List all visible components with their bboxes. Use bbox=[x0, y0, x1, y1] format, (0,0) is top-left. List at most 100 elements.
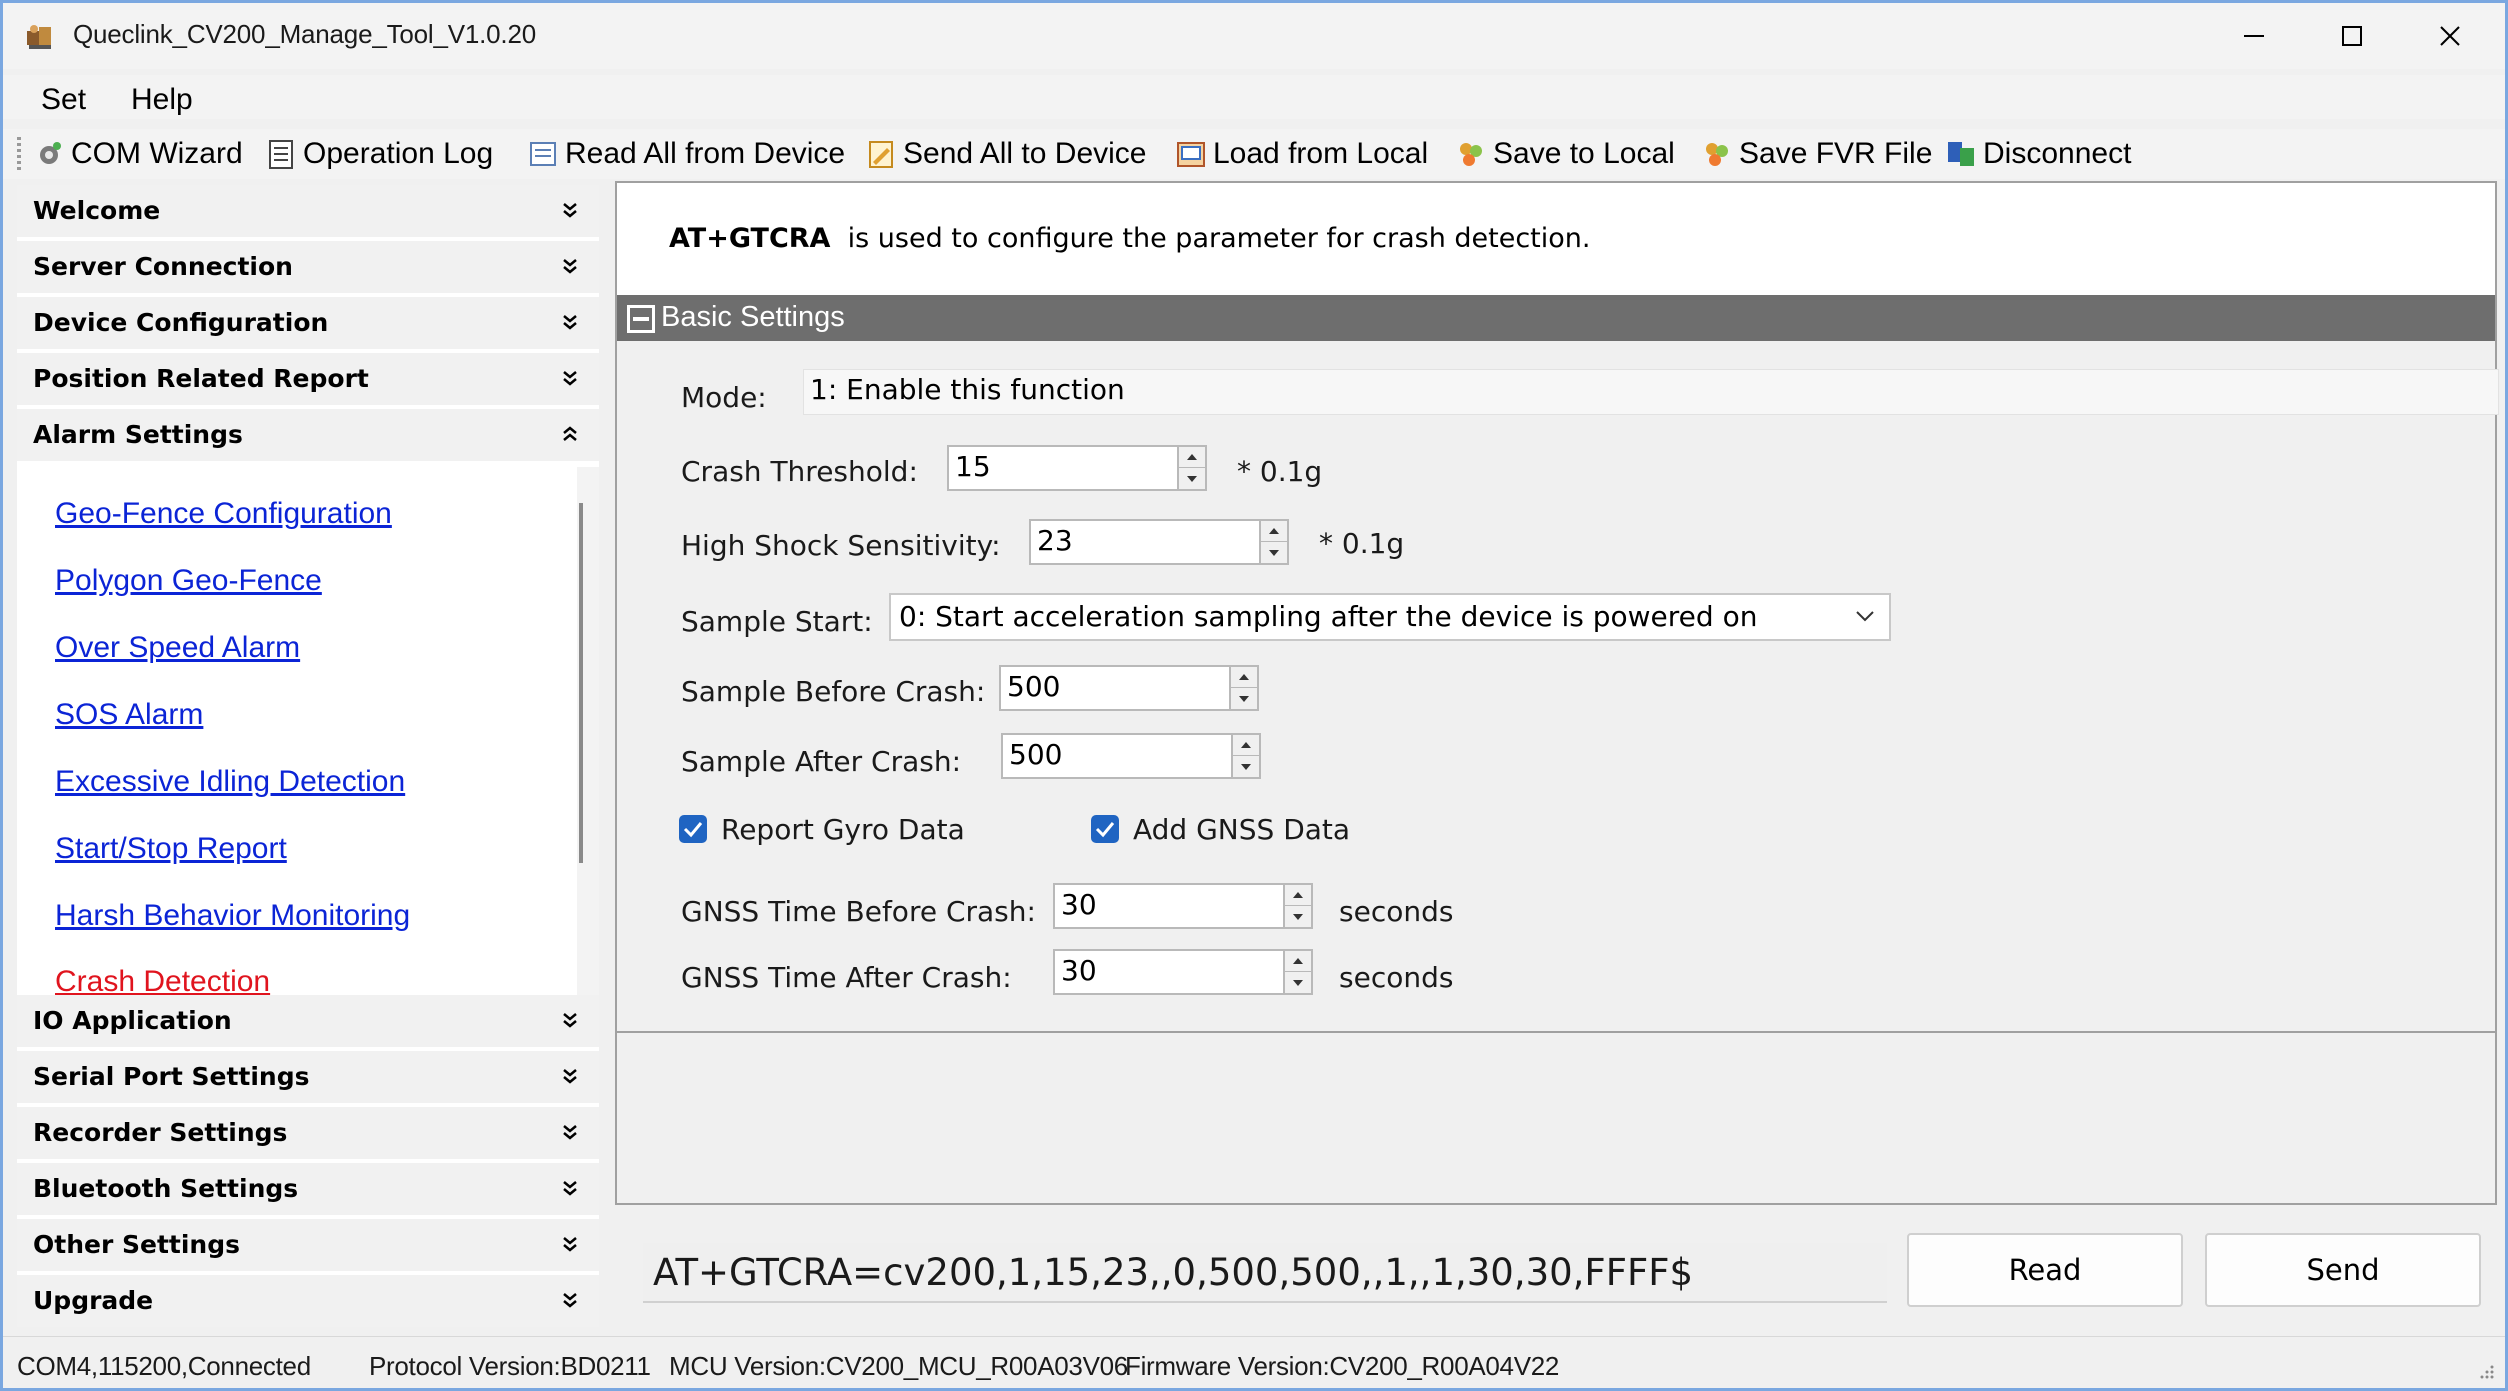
stepper-down-icon[interactable] bbox=[1285, 972, 1311, 993]
save-fvr-button[interactable]: Save FVR File bbox=[1701, 133, 1932, 175]
operation-log-button[interactable]: Operation Log bbox=[265, 133, 493, 175]
nav-server-connection[interactable]: Server Connection bbox=[17, 241, 599, 293]
title-bar[interactable]: Queclink_CV200_Manage_Tool_V1.0.20 bbox=[3, 3, 2505, 69]
link-geo-fence-configuration[interactable]: Geo-Fence Configuration bbox=[55, 497, 392, 531]
gnss-after-stepper[interactable] bbox=[1283, 949, 1313, 995]
checkmark-icon bbox=[1095, 822, 1115, 838]
chevron-down-icon bbox=[563, 1069, 577, 1084]
disconnect-button[interactable]: Disconnect bbox=[1945, 133, 2131, 175]
link-polygon-geo-fence[interactable]: Polygon Geo-Fence bbox=[55, 564, 322, 598]
stepper-down-icon[interactable] bbox=[1233, 756, 1259, 777]
stepper-down-icon[interactable] bbox=[1231, 688, 1257, 709]
read-button[interactable]: Read bbox=[1907, 1233, 2183, 1307]
add-gnss-label: Add GNSS Data bbox=[1133, 813, 1351, 846]
high-shock-unit: * 0.1g bbox=[1319, 527, 1405, 560]
link-over-speed-alarm[interactable]: Over Speed Alarm bbox=[55, 631, 300, 665]
nav-bluetooth-settings[interactable]: Bluetooth Settings bbox=[17, 1163, 599, 1215]
description-command: AT+GTCRA bbox=[669, 223, 831, 254]
nav-serial-port-settings[interactable]: Serial Port Settings bbox=[17, 1051, 599, 1103]
alarm-settings-list: Geo-Fence Configuration Polygon Geo-Fenc… bbox=[17, 465, 599, 998]
link-harsh-behavior-monitoring[interactable]: Harsh Behavior Monitoring bbox=[55, 899, 410, 933]
collapse-icon[interactable] bbox=[627, 305, 655, 333]
report-gyro-checkbox[interactable] bbox=[679, 815, 707, 843]
navigation-sidebar: Welcome Server Connection Device Configu… bbox=[17, 185, 599, 1327]
mode-field[interactable]: 1: Enable this function bbox=[803, 369, 2499, 415]
load-local-button[interactable]: Load from Local bbox=[1175, 133, 1428, 175]
sample-after-input[interactable]: 500 bbox=[1001, 733, 1241, 779]
window-title: Queclink_CV200_Manage_Tool_V1.0.20 bbox=[73, 19, 536, 49]
crash-threshold-input[interactable]: 15 bbox=[947, 445, 1187, 491]
sample-start-value: 0: Start acceleration sampling after the… bbox=[899, 600, 1758, 633]
com-wizard-button[interactable]: COM Wizard bbox=[33, 133, 243, 175]
toolbar-grip[interactable] bbox=[17, 137, 21, 171]
save-fvr-icon bbox=[1706, 143, 1728, 166]
stepper-up-icon[interactable] bbox=[1285, 951, 1311, 972]
gnss-before-input[interactable]: 30 bbox=[1053, 883, 1293, 929]
crash-threshold-stepper[interactable] bbox=[1177, 445, 1207, 491]
status-protocol: Protocol Version:BD0211 bbox=[369, 1351, 651, 1381]
stepper-up-icon[interactable] bbox=[1179, 447, 1205, 468]
add-gnss-checkbox[interactable] bbox=[1091, 815, 1119, 843]
send-button[interactable]: Send bbox=[2205, 1233, 2481, 1307]
close-button[interactable] bbox=[2401, 3, 2499, 69]
gnss-before-unit: seconds bbox=[1339, 895, 1454, 928]
gnss-after-label: GNSS Time After Crash: bbox=[681, 961, 1012, 994]
nav-upgrade[interactable]: Upgrade bbox=[17, 1275, 599, 1327]
settings-panel: AT+GTCRA is used to configure the parame… bbox=[615, 181, 2499, 1205]
sample-before-stepper[interactable] bbox=[1229, 665, 1259, 711]
nav-position-related-report[interactable]: Position Related Report bbox=[17, 353, 599, 405]
nav-alarm-settings[interactable]: Alarm Settings bbox=[17, 409, 599, 461]
nav-device-configuration[interactable]: Device Configuration bbox=[17, 297, 599, 349]
chevron-down-icon bbox=[563, 1293, 577, 1308]
operation-log-label: Operation Log bbox=[303, 137, 494, 170]
link-sos-alarm[interactable]: SOS Alarm bbox=[55, 698, 203, 732]
description-body: is used to configure the parameter for c… bbox=[847, 223, 1591, 254]
minimize-button[interactable] bbox=[2205, 3, 2303, 69]
sample-after-stepper[interactable] bbox=[1231, 733, 1261, 779]
chevron-down-icon bbox=[563, 1181, 577, 1196]
crash-threshold-unit: * 0.1g bbox=[1237, 455, 1323, 488]
command-string-field[interactable]: AT+GTCRA=cv200,1,15,23,,0,500,500,,1,,1,… bbox=[643, 1243, 1887, 1303]
sample-before-label: Sample Before Crash: bbox=[681, 675, 986, 708]
link-excessive-idling-detection[interactable]: Excessive Idling Detection bbox=[55, 765, 405, 799]
app-icon bbox=[27, 25, 51, 49]
load-icon bbox=[1177, 142, 1205, 167]
menu-help[interactable]: Help bbox=[131, 83, 193, 117]
chevron-down-icon bbox=[563, 1125, 577, 1140]
sample-before-input[interactable]: 500 bbox=[999, 665, 1239, 711]
link-start-stop-report[interactable]: Start/Stop Report bbox=[55, 832, 287, 866]
mode-label: Mode: bbox=[681, 381, 767, 414]
stepper-up-icon[interactable] bbox=[1233, 735, 1259, 756]
maximize-button[interactable] bbox=[2303, 3, 2401, 69]
resize-grip-icon[interactable] bbox=[2477, 1362, 2495, 1380]
nav-welcome[interactable]: Welcome bbox=[17, 185, 599, 237]
status-bar: COM4,115200,Connected Protocol Version:B… bbox=[3, 1336, 2505, 1388]
stepper-down-icon[interactable] bbox=[1179, 468, 1205, 489]
status-mcu: MCU Version:CV200_MCU_R00A03V06 bbox=[669, 1351, 1128, 1381]
nav-other-settings[interactable]: Other Settings bbox=[17, 1219, 599, 1271]
save-local-button[interactable]: Save to Local bbox=[1455, 133, 1675, 175]
high-shock-input[interactable]: 23 bbox=[1029, 519, 1269, 565]
send-all-button[interactable]: Send All to Device bbox=[865, 133, 1146, 175]
stepper-up-icon[interactable] bbox=[1285, 885, 1311, 906]
chevron-up-icon bbox=[563, 426, 577, 441]
nav-serial-port-settings-label: Serial Port Settings bbox=[33, 1062, 310, 1091]
high-shock-stepper[interactable] bbox=[1259, 519, 1289, 565]
sidebar-scroll-thumb[interactable] bbox=[579, 503, 583, 863]
read-all-button[interactable]: Read All from Device bbox=[527, 133, 845, 175]
link-crash-detection[interactable]: Crash Detection bbox=[55, 965, 270, 999]
gnss-after-input[interactable]: 30 bbox=[1053, 949, 1293, 995]
stepper-up-icon[interactable] bbox=[1261, 521, 1287, 542]
menu-set[interactable]: Set bbox=[41, 83, 86, 117]
nav-io-application[interactable]: IO Application bbox=[17, 995, 599, 1047]
chevron-down-icon bbox=[563, 203, 577, 218]
gnss-before-stepper[interactable] bbox=[1283, 883, 1313, 929]
gear-icon bbox=[40, 142, 61, 164]
stepper-up-icon[interactable] bbox=[1231, 667, 1257, 688]
stepper-down-icon[interactable] bbox=[1285, 906, 1311, 927]
sample-start-select[interactable]: 0: Start acceleration sampling after the… bbox=[889, 593, 1891, 641]
nav-recorder-settings[interactable]: Recorder Settings bbox=[17, 1107, 599, 1159]
stepper-down-icon[interactable] bbox=[1261, 542, 1287, 563]
load-local-label: Load from Local bbox=[1213, 137, 1429, 170]
basic-settings-header[interactable]: Basic Settings bbox=[617, 295, 2495, 341]
